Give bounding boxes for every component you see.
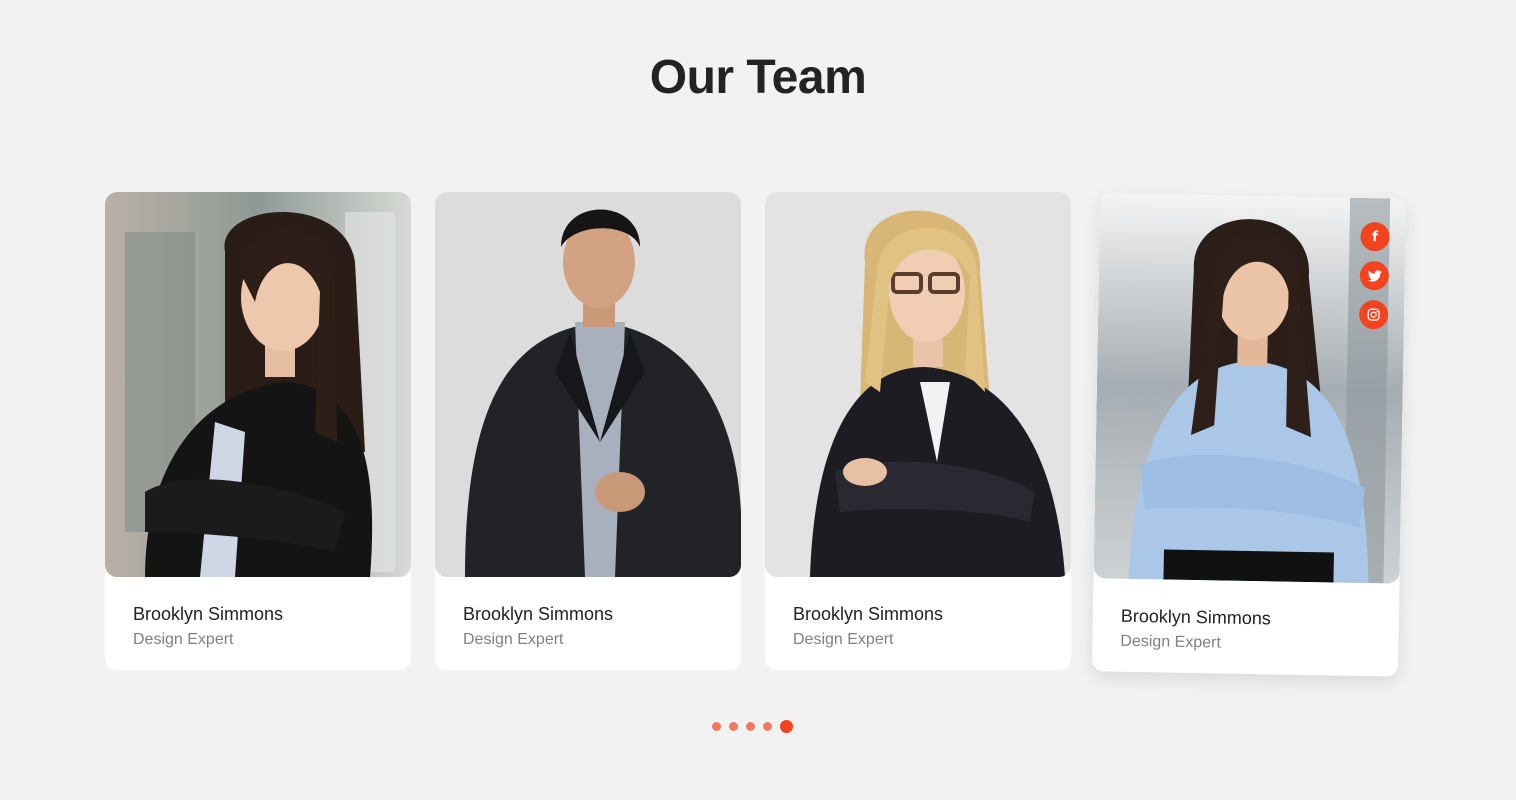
member-photo	[105, 192, 411, 577]
member-photo	[765, 192, 1071, 577]
member-photo	[435, 192, 741, 577]
member-name: Brooklyn Simmons	[463, 604, 614, 624]
pagination-dot[interactable]	[729, 722, 738, 731]
pagination-dot[interactable]	[746, 722, 755, 731]
pagination-dot-active[interactable]	[780, 720, 793, 733]
social-links: f	[1358, 221, 1390, 330]
instagram-icon[interactable]	[1358, 299, 1389, 330]
member-info: Brooklyn Simmons Design Expert	[1120, 604, 1271, 656]
team-card-active[interactable]: f Brooklyn Simmons Design Expert	[1091, 193, 1407, 677]
carousel-pagination	[712, 720, 793, 733]
member-role: Design Expert	[463, 631, 564, 648]
team-section: Our Team Brooklyn Simmons Design Expert …	[0, 0, 1516, 800]
section-title: Our Team	[649, 51, 867, 104]
member-name: Brooklyn Simmons	[133, 604, 284, 624]
member-info: Brooklyn Simmons Design Expert	[793, 602, 943, 651]
team-card[interactable]: Brooklyn Simmons Design Expert	[435, 192, 741, 670]
member-role: Design Expert	[1120, 632, 1222, 652]
member-info: Brooklyn Simmons Design Expert	[133, 602, 283, 651]
twitter-icon[interactable]	[1359, 260, 1390, 291]
member-name: Brooklyn Simmons	[1120, 605, 1272, 629]
member-info: Brooklyn Simmons Design Expert	[463, 602, 613, 651]
team-card[interactable]: Brooklyn Simmons Design Expert	[765, 192, 1071, 670]
pagination-dot[interactable]	[763, 722, 772, 731]
member-role: Design Expert	[793, 631, 894, 648]
team-card[interactable]: Brooklyn Simmons Design Expert	[105, 192, 411, 670]
pagination-dot[interactable]	[712, 722, 721, 731]
member-name: Brooklyn Simmons	[793, 604, 944, 624]
member-role: Design Expert	[133, 631, 234, 648]
facebook-icon[interactable]: f	[1360, 221, 1390, 252]
